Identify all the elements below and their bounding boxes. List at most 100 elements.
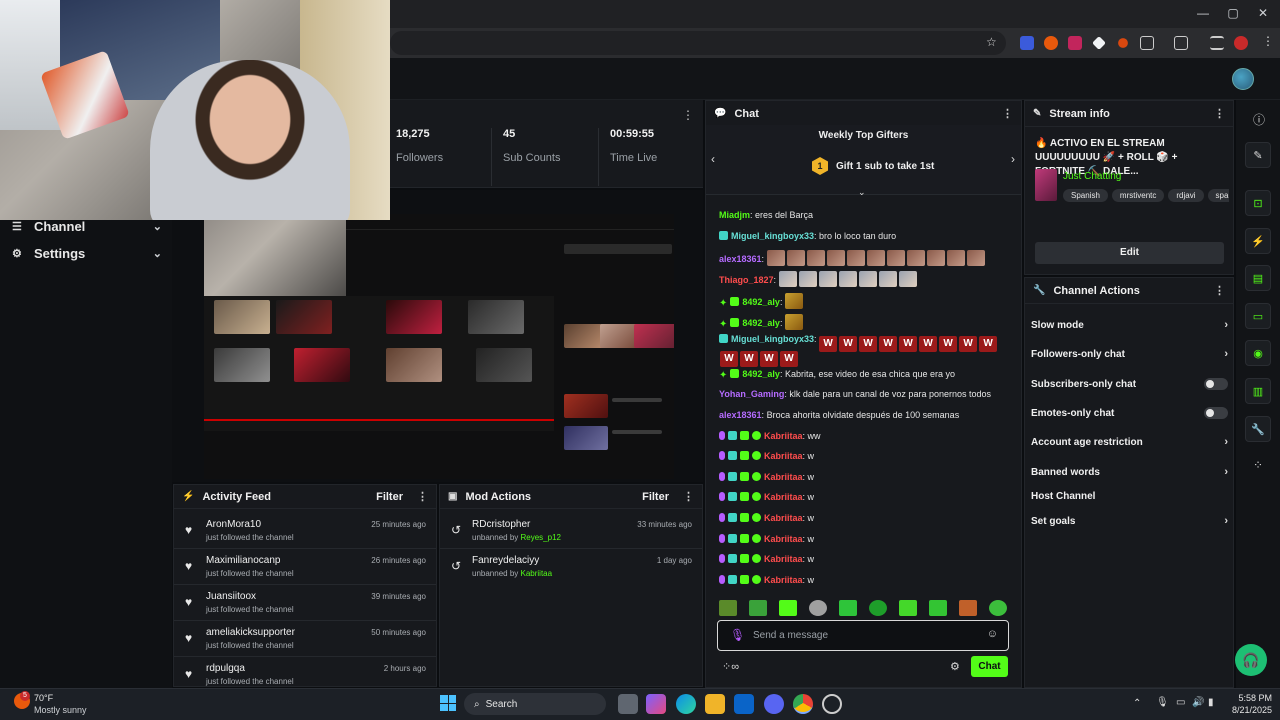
bolt-icon[interactable]: ⚡ — [1245, 228, 1271, 254]
emote-icon[interactable] — [929, 600, 947, 616]
followers-only-row[interactable]: Followers-only chat › — [1031, 345, 1228, 363]
windows-start-icon[interactable] — [440, 695, 456, 711]
edge-icon[interactable] — [676, 694, 696, 714]
clipboard-icon[interactable]: ▤ — [1245, 265, 1271, 291]
emote-icon[interactable] — [959, 600, 977, 616]
category-name[interactable]: Just Chatting — [1063, 171, 1121, 182]
kebab-menu-icon[interactable]: ⋮ — [682, 108, 694, 122]
extension-icon[interactable] — [1068, 36, 1082, 50]
send-chat-button[interactable]: Chat — [971, 656, 1008, 677]
extension-icon[interactable] — [1020, 36, 1034, 50]
category-thumbnail[interactable] — [1035, 169, 1057, 201]
bookmark-star-icon[interactable]: ☆ — [986, 35, 997, 49]
info-icon[interactable]: ⓘ — [1253, 111, 1265, 128]
edit-button[interactable]: Edit — [1035, 242, 1224, 264]
layout-icon[interactable]: ▥ — [1245, 378, 1271, 404]
more-apps-icon[interactable]: ⁘ — [1253, 458, 1263, 472]
chat-username[interactable]: Kabriitaa — [764, 492, 803, 502]
pencil-icon[interactable]: ✎ — [1245, 142, 1271, 168]
puzzle-icon[interactable] — [1140, 36, 1154, 50]
emotes-only-toggle[interactable] — [1204, 407, 1228, 419]
account-age-row[interactable]: Account age restriction › — [1031, 433, 1228, 451]
chat-username[interactable]: alex18361 — [719, 254, 762, 264]
scan-icon[interactable]: ⊡ — [1245, 190, 1271, 216]
discord-icon[interactable] — [764, 694, 784, 714]
kebab-menu-icon[interactable]: ⋮ — [1002, 107, 1013, 120]
avatar[interactable] — [1232, 68, 1254, 90]
set-goals-row[interactable]: Set goals › — [1031, 512, 1228, 530]
moderator-name[interactable]: Kabriitaa — [521, 569, 553, 578]
chat-username[interactable]: Miadjm — [719, 210, 750, 220]
close-icon[interactable]: ✕ — [1256, 6, 1270, 20]
emote-icon[interactable] — [719, 600, 737, 616]
chevron-left-icon[interactable]: ‹ — [711, 152, 715, 166]
follower-name[interactable]: ameliakicksupporter — [206, 627, 295, 638]
kebab-menu-icon[interactable]: ⋮ — [417, 490, 428, 503]
emoji-icon[interactable]: ☺ — [987, 628, 998, 640]
stream-preview[interactable] — [204, 214, 674, 479]
extension-icon[interactable] — [1044, 36, 1058, 50]
gifters-cta[interactable]: Gift 1 sub to take 1st — [836, 161, 934, 172]
chat-username[interactable]: Kabriitaa — [764, 451, 803, 461]
network-icon[interactable]: ▭ — [1176, 697, 1185, 708]
slow-mode-row[interactable]: Slow mode › — [1031, 316, 1228, 334]
emote-icon[interactable] — [779, 600, 797, 616]
chevron-up-icon[interactable]: ⌃ — [1133, 698, 1141, 709]
follower-name[interactable]: Juansiitoox — [206, 591, 256, 602]
user-name[interactable]: Fanreydelaciyy — [472, 555, 539, 566]
filter-button[interactable]: Filter — [642, 491, 669, 503]
follower-name[interactable]: Maximilianocanp — [206, 555, 280, 566]
outlook-icon[interactable] — [734, 694, 754, 714]
chat-username[interactable]: Miguel_kingboyx33 — [731, 231, 814, 241]
chat-bubble-icon[interactable]: ▭ — [1245, 303, 1271, 329]
support-headset-icon[interactable]: 🎧 — [1235, 644, 1267, 676]
nav-item-settings[interactable]: ⚙ Settings ⌄ — [12, 243, 162, 263]
chat-username[interactable]: Kabriitaa — [764, 472, 803, 482]
emote-icon[interactable] — [809, 600, 827, 616]
reading-list-icon[interactable] — [1210, 36, 1224, 50]
chat-username[interactable]: Kabriitaa — [764, 534, 803, 544]
moderator-name[interactable]: Reyes_p12 — [521, 533, 561, 542]
collapse-icon[interactable]: ⌄ — [858, 187, 866, 198]
chat-username[interactable]: Kabriitaa — [764, 554, 803, 564]
maximize-icon[interactable]: ▢ — [1226, 6, 1240, 20]
host-channel-row[interactable]: Host Channel — [1031, 487, 1228, 505]
profile-icon[interactable] — [1234, 36, 1248, 50]
file-explorer-icon[interactable] — [705, 694, 725, 714]
battery-icon[interactable]: ▮ — [1208, 697, 1214, 708]
task-view-icon[interactable] — [618, 694, 638, 714]
tag[interactable]: rdjavi — [1168, 189, 1204, 202]
points-icon[interactable]: ⁘∞ — [722, 660, 739, 673]
chat-username[interactable]: Kabriitaa — [764, 575, 803, 585]
kebab-menu-icon[interactable]: ⋮ — [1214, 107, 1225, 120]
emote-icon[interactable] — [749, 600, 767, 616]
follower-name[interactable]: rdpulgqa — [206, 663, 245, 674]
kebab-menu-icon[interactable]: ⋮ — [683, 490, 694, 503]
chat-username[interactable]: 8492_aly — [742, 318, 780, 328]
emote-icon[interactable] — [989, 600, 1007, 616]
chat-username[interactable]: Thiago_1827 — [719, 275, 774, 285]
chevron-right-icon[interactable]: › — [1011, 152, 1015, 166]
chrome-icon[interactable] — [793, 694, 813, 714]
emote-icon[interactable] — [869, 600, 887, 616]
browser-menu-icon[interactable]: ⋮ — [1262, 34, 1274, 48]
microphone-icon[interactable]: 🎙 — [730, 628, 745, 642]
kebab-menu-icon[interactable]: ⋮ — [1214, 284, 1225, 297]
user-name[interactable]: RDcristopher — [472, 519, 530, 530]
app-icon[interactable] — [822, 694, 842, 714]
follower-name[interactable]: AronMora10 — [206, 519, 261, 530]
chat-username[interactable]: 8492_aly — [742, 369, 780, 379]
chat-username[interactable]: Kabriitaa — [764, 513, 803, 523]
chat-username[interactable]: Yohan_Gaming — [719, 389, 784, 399]
copilot-icon[interactable] — [646, 694, 666, 714]
clock-time[interactable]: 5:58 PM — [1226, 693, 1272, 703]
broadcast-icon[interactable]: ◉ — [1245, 340, 1271, 366]
chat-input[interactable]: 🎙 Send a message ☺ — [717, 620, 1009, 651]
filter-button[interactable]: Filter — [376, 491, 403, 503]
sidepanel-icon[interactable] — [1174, 36, 1188, 50]
chat-username[interactable]: alex18361 — [719, 410, 762, 420]
minimize-icon[interactable]: — — [1196, 6, 1210, 20]
microphone-icon[interactable]: 🎙 — [1156, 697, 1169, 708]
tag[interactable]: mrstiventc — [1111, 189, 1165, 202]
chat-username[interactable]: Miguel_kingboyx33 — [731, 334, 814, 344]
